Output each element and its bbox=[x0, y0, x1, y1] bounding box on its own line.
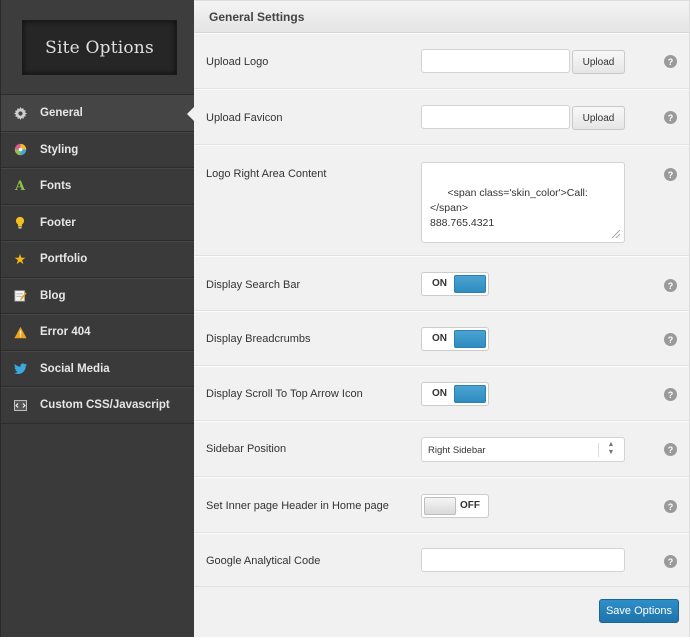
logo-right-content-label: Logo Right Area Content bbox=[206, 168, 327, 180]
logo-right-content-textarea[interactable]: <span class='skin_color'>Call:</span> 88… bbox=[421, 162, 625, 243]
chevron-up-down-icon: ▲ ▼ bbox=[607, 441, 615, 456]
toggle-state-label: ON bbox=[432, 333, 447, 344]
sidebar-item-label: Custom CSS/Javascript bbox=[40, 399, 170, 412]
logo-text: Site Options bbox=[45, 37, 154, 58]
toggle-state-label: ON bbox=[432, 278, 447, 289]
row-display-breadcrumbs: Display Breadcrumbs ON ? bbox=[194, 311, 689, 366]
panel-header: General Settings bbox=[194, 0, 689, 33]
upload-logo-label: Upload Logo bbox=[206, 56, 269, 68]
warning-icon bbox=[13, 325, 27, 339]
row-upload-logo: Upload Logo Upload ? bbox=[194, 33, 689, 89]
color-wheel-icon bbox=[13, 143, 27, 157]
row-google-analytical-code: Google Analytical Code ? bbox=[194, 533, 689, 587]
search-bar-toggle[interactable]: ON bbox=[421, 272, 489, 296]
sidebar-item-fonts[interactable]: A Fonts bbox=[1, 168, 194, 205]
code-icon bbox=[13, 398, 27, 412]
sidebar-item-label: Social Media bbox=[40, 362, 110, 375]
help-icon[interactable]: ? bbox=[664, 279, 677, 292]
row-display-search-bar: Display Search Bar ON ? bbox=[194, 256, 689, 311]
sidebar-item-error-404[interactable]: Error 404 bbox=[1, 314, 194, 351]
logo: Site Options bbox=[22, 20, 177, 75]
twitter-bird-icon bbox=[13, 362, 27, 376]
display-search-bar-label: Display Search Bar bbox=[206, 279, 301, 291]
save-options-button[interactable]: Save Options bbox=[599, 599, 679, 623]
upload-favicon-button[interactable]: Upload bbox=[572, 106, 625, 130]
page-title: General Settings bbox=[209, 9, 305, 24]
resize-grip-icon[interactable] bbox=[612, 230, 620, 238]
help-icon[interactable]: ? bbox=[664, 500, 677, 513]
sidebar-item-label: Fonts bbox=[40, 180, 72, 193]
row-sidebar-position: Sidebar Position Right Sidebar ▲ ▼ ? bbox=[194, 421, 689, 477]
row-inner-page-header: Set Inner page Header in Home page OFF ? bbox=[194, 477, 689, 533]
star-icon: ★ bbox=[13, 251, 27, 268]
help-icon[interactable]: ? bbox=[664, 333, 677, 346]
upload-logo-input[interactable] bbox=[421, 49, 570, 73]
google-analytical-code-label: Google Analytical Code bbox=[206, 555, 321, 567]
sidebar-position-value: Right Sidebar bbox=[428, 445, 486, 456]
help-icon[interactable]: ? bbox=[664, 388, 677, 401]
toggle-knob bbox=[454, 275, 486, 293]
lightbulb-icon bbox=[13, 216, 27, 230]
sidebar-item-general[interactable]: General bbox=[1, 95, 195, 132]
gear-icon bbox=[13, 106, 27, 120]
upload-favicon-input[interactable] bbox=[421, 105, 570, 129]
logo-right-content-value: <span class='skin_color'>Call:</span> 88… bbox=[430, 187, 588, 229]
help-icon[interactable]: ? bbox=[664, 555, 677, 568]
breadcrumbs-toggle[interactable]: ON bbox=[421, 327, 489, 351]
row-display-scroll-top: Display Scroll To Top Arrow Icon ON ? bbox=[194, 366, 689, 421]
sidebar-position-label: Sidebar Position bbox=[206, 443, 287, 455]
display-breadcrumbs-label: Display Breadcrumbs bbox=[206, 333, 311, 345]
row-upload-favicon: Upload Favicon Upload ? bbox=[194, 89, 689, 145]
sidebar-item-label: General bbox=[40, 107, 83, 120]
upload-favicon-label: Upload Favicon bbox=[206, 112, 283, 124]
help-icon[interactable]: ? bbox=[664, 55, 677, 68]
sidebar-item-label: Error 404 bbox=[40, 326, 91, 339]
settings-panel: General Settings Upload Logo Upload ? Up… bbox=[194, 0, 690, 637]
help-icon[interactable]: ? bbox=[664, 168, 677, 181]
sidebar: Site Options General Styling A Fonts Foo… bbox=[0, 0, 195, 637]
logo-area: Site Options bbox=[1, 0, 194, 95]
toggle-knob bbox=[454, 385, 486, 403]
inner-page-header-toggle[interactable]: OFF bbox=[421, 494, 489, 518]
sidebar-item-label: Footer bbox=[40, 216, 76, 229]
font-icon: A bbox=[14, 178, 26, 194]
scroll-top-toggle[interactable]: ON bbox=[421, 382, 489, 406]
sidebar-item-footer[interactable]: Footer bbox=[1, 204, 194, 241]
help-icon[interactable]: ? bbox=[664, 111, 677, 124]
display-scroll-top-label: Display Scroll To Top Arrow Icon bbox=[206, 388, 363, 400]
sidebar-item-label: Portfolio bbox=[40, 253, 88, 266]
sidebar-item-social-media[interactable]: Social Media bbox=[1, 350, 194, 387]
toggle-state-label: ON bbox=[432, 388, 447, 399]
sidebar-item-styling[interactable]: Styling bbox=[1, 131, 194, 168]
toggle-knob bbox=[424, 497, 456, 515]
help-icon[interactable]: ? bbox=[664, 443, 677, 456]
toggle-state-label: OFF bbox=[460, 500, 480, 511]
upload-logo-button[interactable]: Upload bbox=[572, 50, 625, 74]
sidebar-item-portfolio[interactable]: ★ Portfolio bbox=[1, 241, 194, 278]
sidebar-position-select[interactable]: Right Sidebar ▲ ▼ bbox=[421, 437, 625, 462]
sidebar-item-label: Styling bbox=[40, 143, 79, 156]
select-divider bbox=[598, 443, 599, 457]
toggle-knob bbox=[454, 330, 486, 348]
google-analytical-code-input[interactable] bbox=[421, 548, 625, 572]
sidebar-item-label: Blog bbox=[40, 289, 66, 302]
inner-page-header-label: Set Inner page Header in Home page bbox=[206, 500, 389, 512]
sidebar-item-custom-css-javascript[interactable]: Custom CSS/Javascript bbox=[1, 387, 194, 424]
sidebar-item-blog[interactable]: Blog bbox=[1, 277, 194, 314]
row-logo-right-content: Logo Right Area Content <span class='ski… bbox=[194, 145, 689, 256]
notepad-icon bbox=[13, 289, 27, 303]
